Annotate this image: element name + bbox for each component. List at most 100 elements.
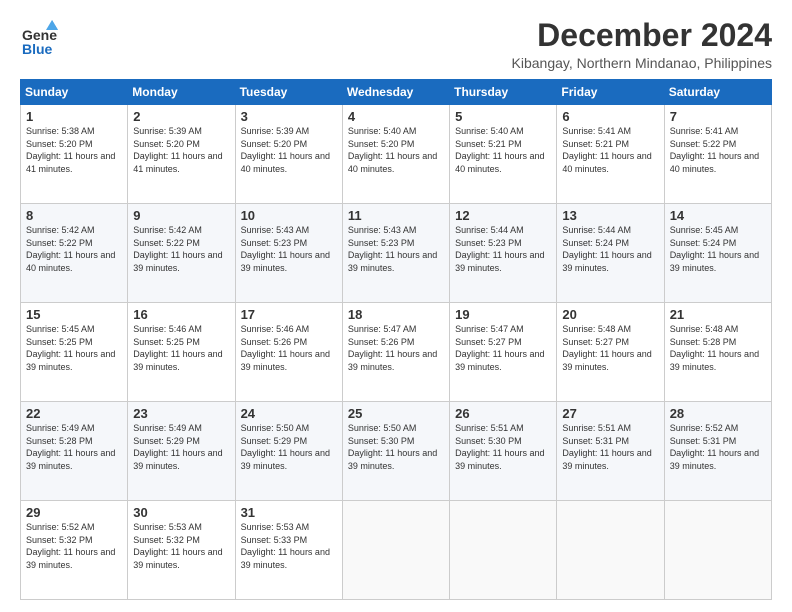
- calendar-day-cell: 26Sunrise: 5:51 AMSunset: 5:30 PMDayligh…: [450, 402, 557, 501]
- day-info: Sunrise: 5:39 AMSunset: 5:20 PMDaylight:…: [241, 125, 337, 175]
- calendar-body: 1Sunrise: 5:38 AMSunset: 5:20 PMDaylight…: [21, 105, 772, 600]
- day-info: Sunrise: 5:40 AMSunset: 5:21 PMDaylight:…: [455, 125, 551, 175]
- calendar-day-cell: 23Sunrise: 5:49 AMSunset: 5:29 PMDayligh…: [128, 402, 235, 501]
- calendar-day-cell: 22Sunrise: 5:49 AMSunset: 5:28 PMDayligh…: [21, 402, 128, 501]
- calendar-day-cell: 15Sunrise: 5:45 AMSunset: 5:25 PMDayligh…: [21, 303, 128, 402]
- calendar-day-cell: 1Sunrise: 5:38 AMSunset: 5:20 PMDaylight…: [21, 105, 128, 204]
- day-info: Sunrise: 5:50 AMSunset: 5:30 PMDaylight:…: [348, 422, 444, 472]
- day-number: 28: [670, 406, 766, 421]
- calendar-day-cell: [664, 501, 771, 600]
- calendar-day-cell: 20Sunrise: 5:48 AMSunset: 5:27 PMDayligh…: [557, 303, 664, 402]
- day-number: 1: [26, 109, 122, 124]
- calendar-day-cell: 14Sunrise: 5:45 AMSunset: 5:24 PMDayligh…: [664, 204, 771, 303]
- calendar-week-row: 8Sunrise: 5:42 AMSunset: 5:22 PMDaylight…: [21, 204, 772, 303]
- day-number: 15: [26, 307, 122, 322]
- calendar-day-cell: [450, 501, 557, 600]
- calendar-week-row: 1Sunrise: 5:38 AMSunset: 5:20 PMDaylight…: [21, 105, 772, 204]
- calendar-day-cell: 18Sunrise: 5:47 AMSunset: 5:26 PMDayligh…: [342, 303, 449, 402]
- logo-icon: General Blue: [20, 18, 58, 56]
- day-number: 23: [133, 406, 229, 421]
- calendar-header-cell: Thursday: [450, 80, 557, 105]
- calendar-day-cell: 4Sunrise: 5:40 AMSunset: 5:20 PMDaylight…: [342, 105, 449, 204]
- calendar-day-cell: 25Sunrise: 5:50 AMSunset: 5:30 PMDayligh…: [342, 402, 449, 501]
- day-number: 5: [455, 109, 551, 124]
- day-number: 8: [26, 208, 122, 223]
- day-number: 4: [348, 109, 444, 124]
- day-number: 11: [348, 208, 444, 223]
- day-info: Sunrise: 5:46 AMSunset: 5:25 PMDaylight:…: [133, 323, 229, 373]
- day-number: 7: [670, 109, 766, 124]
- day-info: Sunrise: 5:44 AMSunset: 5:23 PMDaylight:…: [455, 224, 551, 274]
- location: Kibangay, Northern Mindanao, Philippines: [512, 55, 772, 71]
- calendar-day-cell: 24Sunrise: 5:50 AMSunset: 5:29 PMDayligh…: [235, 402, 342, 501]
- day-number: 16: [133, 307, 229, 322]
- day-info: Sunrise: 5:52 AMSunset: 5:31 PMDaylight:…: [670, 422, 766, 472]
- calendar-day-cell: 2Sunrise: 5:39 AMSunset: 5:20 PMDaylight…: [128, 105, 235, 204]
- day-number: 18: [348, 307, 444, 322]
- calendar-header-cell: Monday: [128, 80, 235, 105]
- day-number: 25: [348, 406, 444, 421]
- calendar-day-cell: 31Sunrise: 5:53 AMSunset: 5:33 PMDayligh…: [235, 501, 342, 600]
- day-number: 13: [562, 208, 658, 223]
- calendar-day-cell: 10Sunrise: 5:43 AMSunset: 5:23 PMDayligh…: [235, 204, 342, 303]
- day-info: Sunrise: 5:51 AMSunset: 5:30 PMDaylight:…: [455, 422, 551, 472]
- title-block: December 2024 Kibangay, Northern Mindana…: [512, 18, 772, 71]
- calendar-day-cell: 19Sunrise: 5:47 AMSunset: 5:27 PMDayligh…: [450, 303, 557, 402]
- day-number: 3: [241, 109, 337, 124]
- day-info: Sunrise: 5:46 AMSunset: 5:26 PMDaylight:…: [241, 323, 337, 373]
- calendar-table: SundayMondayTuesdayWednesdayThursdayFrid…: [20, 79, 772, 600]
- day-info: Sunrise: 5:48 AMSunset: 5:28 PMDaylight:…: [670, 323, 766, 373]
- day-number: 24: [241, 406, 337, 421]
- calendar-week-row: 15Sunrise: 5:45 AMSunset: 5:25 PMDayligh…: [21, 303, 772, 402]
- calendar-day-cell: 7Sunrise: 5:41 AMSunset: 5:22 PMDaylight…: [664, 105, 771, 204]
- day-info: Sunrise: 5:47 AMSunset: 5:27 PMDaylight:…: [455, 323, 551, 373]
- calendar-week-row: 22Sunrise: 5:49 AMSunset: 5:28 PMDayligh…: [21, 402, 772, 501]
- calendar-day-cell: 16Sunrise: 5:46 AMSunset: 5:25 PMDayligh…: [128, 303, 235, 402]
- calendar-header-row: SundayMondayTuesdayWednesdayThursdayFrid…: [21, 80, 772, 105]
- day-number: 19: [455, 307, 551, 322]
- calendar-header-cell: Friday: [557, 80, 664, 105]
- logo: General Blue: [20, 18, 58, 56]
- calendar-day-cell: 8Sunrise: 5:42 AMSunset: 5:22 PMDaylight…: [21, 204, 128, 303]
- day-number: 9: [133, 208, 229, 223]
- day-info: Sunrise: 5:48 AMSunset: 5:27 PMDaylight:…: [562, 323, 658, 373]
- calendar-day-cell: 12Sunrise: 5:44 AMSunset: 5:23 PMDayligh…: [450, 204, 557, 303]
- day-info: Sunrise: 5:45 AMSunset: 5:24 PMDaylight:…: [670, 224, 766, 274]
- calendar-day-cell: 17Sunrise: 5:46 AMSunset: 5:26 PMDayligh…: [235, 303, 342, 402]
- calendar-day-cell: 3Sunrise: 5:39 AMSunset: 5:20 PMDaylight…: [235, 105, 342, 204]
- header: General Blue December 2024 Kibangay, Nor…: [20, 18, 772, 71]
- day-info: Sunrise: 5:53 AMSunset: 5:33 PMDaylight:…: [241, 521, 337, 571]
- day-number: 20: [562, 307, 658, 322]
- day-number: 6: [562, 109, 658, 124]
- calendar-day-cell: [342, 501, 449, 600]
- calendar-week-row: 29Sunrise: 5:52 AMSunset: 5:32 PMDayligh…: [21, 501, 772, 600]
- calendar-day-cell: 9Sunrise: 5:42 AMSunset: 5:22 PMDaylight…: [128, 204, 235, 303]
- day-number: 29: [26, 505, 122, 520]
- day-info: Sunrise: 5:52 AMSunset: 5:32 PMDaylight:…: [26, 521, 122, 571]
- day-info: Sunrise: 5:49 AMSunset: 5:28 PMDaylight:…: [26, 422, 122, 472]
- day-number: 17: [241, 307, 337, 322]
- day-number: 26: [455, 406, 551, 421]
- day-info: Sunrise: 5:42 AMSunset: 5:22 PMDaylight:…: [26, 224, 122, 274]
- day-number: 14: [670, 208, 766, 223]
- day-number: 12: [455, 208, 551, 223]
- calendar-header-cell: Saturday: [664, 80, 771, 105]
- calendar-day-cell: 5Sunrise: 5:40 AMSunset: 5:21 PMDaylight…: [450, 105, 557, 204]
- day-info: Sunrise: 5:43 AMSunset: 5:23 PMDaylight:…: [348, 224, 444, 274]
- day-info: Sunrise: 5:39 AMSunset: 5:20 PMDaylight:…: [133, 125, 229, 175]
- day-info: Sunrise: 5:47 AMSunset: 5:26 PMDaylight:…: [348, 323, 444, 373]
- day-info: Sunrise: 5:42 AMSunset: 5:22 PMDaylight:…: [133, 224, 229, 274]
- day-info: Sunrise: 5:38 AMSunset: 5:20 PMDaylight:…: [26, 125, 122, 175]
- svg-text:Blue: Blue: [22, 41, 53, 56]
- day-info: Sunrise: 5:49 AMSunset: 5:29 PMDaylight:…: [133, 422, 229, 472]
- day-number: 22: [26, 406, 122, 421]
- day-info: Sunrise: 5:50 AMSunset: 5:29 PMDaylight:…: [241, 422, 337, 472]
- day-info: Sunrise: 5:40 AMSunset: 5:20 PMDaylight:…: [348, 125, 444, 175]
- day-info: Sunrise: 5:51 AMSunset: 5:31 PMDaylight:…: [562, 422, 658, 472]
- calendar-header-cell: Wednesday: [342, 80, 449, 105]
- calendar-day-cell: 28Sunrise: 5:52 AMSunset: 5:31 PMDayligh…: [664, 402, 771, 501]
- month-title: December 2024: [512, 18, 772, 53]
- page: General Blue December 2024 Kibangay, Nor…: [0, 0, 792, 612]
- calendar-day-cell: 27Sunrise: 5:51 AMSunset: 5:31 PMDayligh…: [557, 402, 664, 501]
- calendar-day-cell: 6Sunrise: 5:41 AMSunset: 5:21 PMDaylight…: [557, 105, 664, 204]
